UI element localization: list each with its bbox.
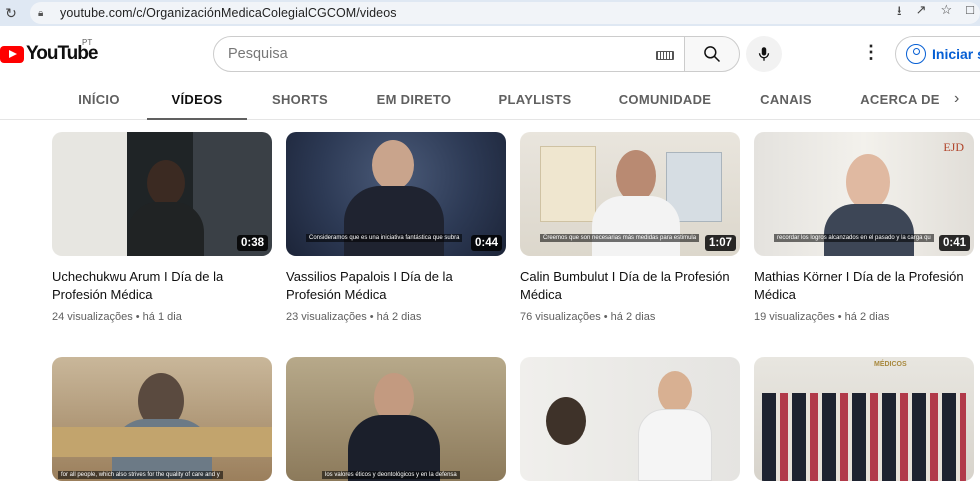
more-vert-icon[interactable]: ⋮ <box>862 42 880 63</box>
video-thumbnail[interactable]: Creemos que son necesarias más medidas p… <box>520 132 740 256</box>
video-meta: 23 visualizações • há 2 dias <box>286 311 422 323</box>
search-icon <box>704 46 721 63</box>
search-input[interactable] <box>228 46 648 62</box>
tab-comunidade[interactable]: COMUNIDADE <box>612 80 718 120</box>
install-icon[interactable]: ⭳ <box>897 2 902 24</box>
speaker-body <box>128 202 204 256</box>
anatomy-poster <box>540 146 596 222</box>
share-icon[interactable]: ↗ <box>916 2 927 24</box>
person-figure <box>546 397 586 445</box>
voice-search-button[interactable] <box>746 36 782 72</box>
video-thumbnail[interactable]: los valores éticos y deontológicos y en … <box>286 357 506 481</box>
video-card[interactable]: for all people, which also strives for t… <box>52 357 272 481</box>
video-card[interactable] <box>520 357 740 481</box>
region-code: PT <box>82 38 93 47</box>
youtube-logo[interactable]: YouTube PT <box>0 38 98 65</box>
speaker-body <box>638 409 712 481</box>
tab-playlists[interactable]: PLAYLISTS <box>490 80 580 120</box>
channel-tabs: INÍCIO VÍDEOS SHORTS EM DIRETO PLAYLISTS… <box>0 80 980 120</box>
video-meta: 19 visualizações • há 2 dias <box>754 311 890 323</box>
video-card[interactable]: 0:38 Uchechukwu Arum I Día de la Profesi… <box>52 132 272 323</box>
speaker-body <box>592 196 680 256</box>
duration-badge: 0:41 <box>938 235 970 251</box>
reload-icon[interactable]: ↻ <box>0 5 22 22</box>
speaker-figure <box>147 160 185 206</box>
browser-toolbar: ↻ 🔒︎ youtube.com/c/OrganizaciónMedicaCol… <box>0 0 980 26</box>
speaker-body <box>824 204 914 256</box>
mic-icon <box>758 47 770 61</box>
video-thumbnail[interactable]: for all people, which also strives for t… <box>52 357 272 481</box>
account-icon <box>906 44 926 64</box>
subtitle-caption: Consideramos que es una iniciativa fantá… <box>306 234 463 242</box>
duration-badge: 0:44 <box>470 235 502 251</box>
address-bar[interactable]: 🔒︎ youtube.com/c/OrganizaciónMedicaColeg… <box>30 2 980 24</box>
speaker-figure <box>846 154 890 210</box>
group-photo <box>762 393 966 481</box>
chevron-right-icon[interactable]: › <box>954 90 959 108</box>
speaker-figure <box>372 140 414 190</box>
keyboard-icon[interactable] <box>656 51 674 60</box>
tab-inicio[interactable]: INÍCIO <box>66 80 132 120</box>
search-box <box>213 36 685 72</box>
ejd-logo: EJD <box>943 140 964 154</box>
sidebar-icon[interactable]: □ <box>966 2 974 24</box>
medicos-logo: MÉDICOS <box>874 361 907 368</box>
video-thumbnail[interactable]: Consideramos que es una iniciativa fantá… <box>286 132 506 256</box>
subtitle-caption: los valores éticos y deontológicos y en … <box>322 471 460 479</box>
tab-shorts[interactable]: SHORTS <box>262 80 338 120</box>
subtitle-caption: Creemos que son necesarias más medidas p… <box>540 234 700 242</box>
subtitle-caption: recordar los logros alcanzados en el pas… <box>774 234 934 242</box>
tab-canais[interactable]: CANAIS <box>750 80 822 120</box>
video-card[interactable]: Consideramos que es una iniciativa fantá… <box>286 132 506 323</box>
video-card[interactable]: Creemos que son necesarias más medidas p… <box>520 132 740 323</box>
play-logo-icon <box>0 45 24 63</box>
video-thumbnail[interactable]: MÉDICOS <box>754 357 974 481</box>
subtitle-caption: for all people, which also strives for t… <box>58 471 223 479</box>
video-meta: 24 visualizações • há 1 dia <box>52 311 182 323</box>
speaker-body <box>344 186 444 256</box>
browser-actions: ⭳ ↗ ☆ □ <box>897 2 974 24</box>
video-thumbnail[interactable]: 0:38 <box>52 132 272 256</box>
video-title[interactable]: Mathias Körner I Día de la Profesión Méd… <box>754 268 969 304</box>
speaker-figure <box>658 371 692 413</box>
url-text: youtube.com/c/OrganizaciónMedicaColegial… <box>60 6 397 20</box>
video-card[interactable]: los valores éticos y deontológicos y en … <box>286 357 506 481</box>
search-button[interactable] <box>684 36 740 72</box>
lock-icon[interactable]: 🔒︎ <box>38 8 54 19</box>
masthead: YouTube PT ⋮ Iniciar se <box>0 30 980 76</box>
video-title[interactable]: Uchechukwu Arum I Día de la Profesión Mé… <box>52 268 267 304</box>
tab-acerca-de[interactable]: ACERCA DE <box>855 80 945 120</box>
video-title[interactable]: Calin Bumbulut I Día de la Profesión Méd… <box>520 268 735 304</box>
video-thumbnail[interactable] <box>520 357 740 481</box>
video-card[interactable]: EJD recordar los logros alcanzados en el… <box>754 132 974 323</box>
video-card[interactable]: MÉDICOS <box>754 357 974 481</box>
signin-button[interactable]: Iniciar se <box>895 36 980 72</box>
video-title[interactable]: Vassilios Papalois I Día de la Profesión… <box>286 268 501 304</box>
duration-badge: 0:38 <box>236 235 268 251</box>
tab-em-direto[interactable]: EM DIRETO <box>368 80 460 120</box>
video-thumbnail[interactable]: EJD recordar los logros alcanzados en el… <box>754 132 974 256</box>
duration-badge: 1:07 <box>704 235 736 251</box>
speaker-figure <box>616 150 656 202</box>
signin-label: Iniciar se <box>932 46 980 62</box>
desk <box>52 427 272 457</box>
video-meta: 76 visualizações • há 2 dias <box>520 311 656 323</box>
bookmark-star-icon[interactable]: ☆ <box>940 2 952 24</box>
tab-videos[interactable]: VÍDEOS <box>147 80 247 120</box>
